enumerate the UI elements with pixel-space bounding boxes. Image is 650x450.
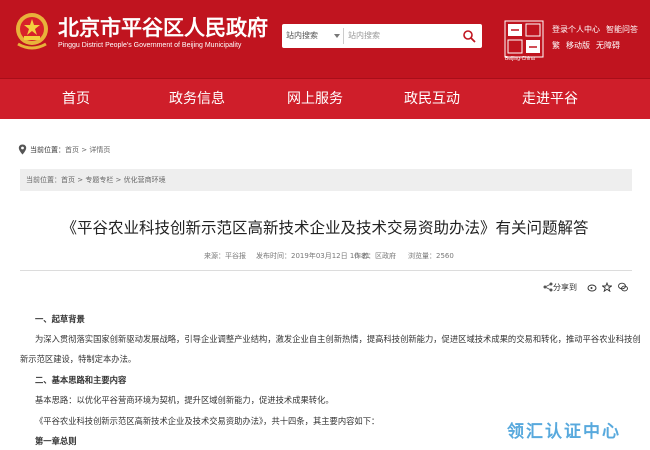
article-views: 浏览量：2560 [408,252,454,260]
nav-item-online-services[interactable]: 网上服务 [287,79,343,119]
site-header: 北京市平谷区人民政府 Pinggu District People's Gove… [0,0,650,78]
divider [20,270,632,271]
share-label: 分享到 [553,283,577,292]
search-icon[interactable] [462,29,476,43]
nav-item-home[interactable]: 首页 [62,79,90,119]
wechat-icon[interactable] [618,282,628,292]
search-divider [343,28,344,44]
site-title[interactable]: 北京市平谷区人民政府 [58,12,268,42]
mobile-version-link[interactable]: 移动版 [566,41,590,50]
breadcrumb-bar: 当前位置：首页 > 专题专栏 > 优化营商环境 [20,169,632,191]
chevron-down-icon [334,34,340,38]
article-title: 《平谷农业科技创新示范区高新技术企业及技术交易资助办法》有关问题解答 [61,219,589,237]
breadcrumb-bar-text: 当前位置：首页 > 专题专栏 > 优化营商环境 [26,176,166,184]
breadcrumb-bar-topics-link[interactable]: 专题专栏 [85,176,113,184]
section-heading-approach: 二、基本思路和主要内容 [35,375,127,385]
breadcrumb-detail: 详情页 [89,146,111,154]
beijing-logo-icon[interactable] [504,20,544,58]
search-input[interactable]: 站内搜索 [348,24,380,48]
traditional-chinese-link[interactable]: 繁 [552,41,560,50]
logo-subtitle: Beijing·China [505,56,535,62]
breadcrumb-bar-label: 当前位置： [26,176,61,184]
nav-item-interaction[interactable]: 政民互动 [404,79,460,119]
breadcrumb-label: 当前位置： [30,146,65,154]
paragraph-approach-2: 《平谷农业科技创新示范区高新技术企业及技术交易资助办法》，共十四条，其主要内容如… [35,416,380,426]
paragraph-background-2: 新示范区建设，特制定本办法。 [20,354,137,364]
nav-item-government-info[interactable]: 政务信息 [169,79,225,119]
qzone-icon[interactable] [602,282,612,292]
main-nav: 首页 政务信息 网上服务 政民互动 走进平谷 [0,78,650,119]
location-pin-icon [18,144,27,155]
article-author: 作者：区政府 [354,252,396,260]
search-box: 站内搜索 站内搜索 [282,24,482,48]
search-scope-select[interactable]: 站内搜索 [286,24,318,48]
breadcrumb-home-link[interactable]: 首页 [65,146,79,154]
article-date: 发布时间：2019年03月12日 10:31 [256,252,371,260]
login-link[interactable]: 登录个人中心 [552,25,600,34]
weibo-icon[interactable] [587,282,597,292]
breadcrumb-bar-home-link[interactable]: 首页 [61,176,75,184]
smart-qa-link[interactable]: 智能问答 [606,25,638,34]
section-heading-background: 一、起草背景 [35,314,85,324]
breadcrumb-bar-business-link[interactable]: 优化营商环境 [124,176,166,184]
chapter-heading: 第一章总则 [35,436,77,446]
breadcrumb: 当前位置：首页 > 详情页 [30,146,111,154]
national-emblem-icon [16,13,48,50]
watermark: 领汇认证中心 [507,422,621,442]
accessibility-link[interactable]: 无障碍 [596,41,620,50]
user-links: 登录个人中心 智能问答 繁移动版 无障碍 [552,22,644,54]
paragraph-approach-1: 基本思路：以优化平谷营商环境为契机，提升区域创新能力，促进技术成果转化。 [35,395,334,405]
paragraph-background-1: 为深入贯彻落实国家创新驱动发展战略，引导企业调整产业结构，激发企业自主创新热情，… [35,334,641,344]
nav-item-about-pinggu[interactable]: 走进平谷 [522,79,578,119]
article-source: 来源：平谷报 [204,252,246,260]
site-subtitle: Pinggu District People's Government of B… [58,42,242,49]
share-icon [543,282,553,292]
